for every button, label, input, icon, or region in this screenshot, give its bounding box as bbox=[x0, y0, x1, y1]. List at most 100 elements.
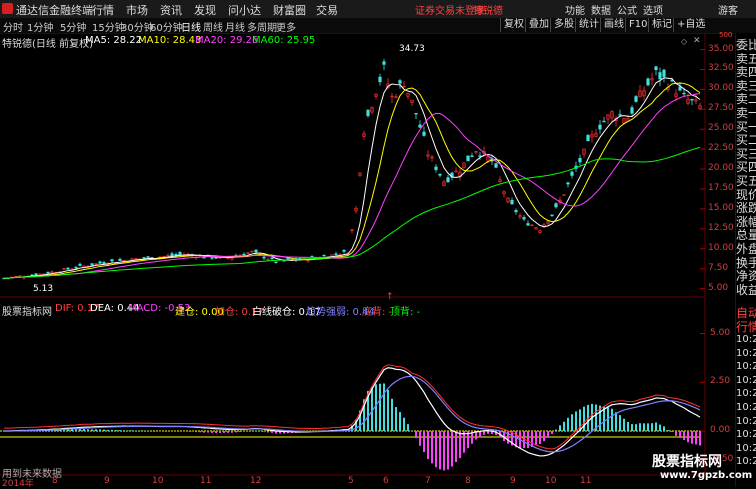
draw-line-button[interactable]: 画线 bbox=[600, 18, 627, 32]
menu-item-trade[interactable]: 交易 bbox=[316, 2, 338, 18]
period-tab-multi[interactable]: 多周期 bbox=[247, 19, 277, 34]
period-tab-timeshare[interactable]: 分时 bbox=[3, 19, 23, 34]
candle-body bbox=[398, 80, 402, 84]
menu-item-function[interactable]: 功能 bbox=[565, 2, 585, 17]
menu-item-formula[interactable]: 公式 bbox=[617, 2, 637, 17]
period-tab-30min[interactable]: 30分钟 bbox=[121, 19, 154, 34]
candle-body bbox=[414, 112, 418, 115]
tick-time: 10:26 bbox=[736, 415, 756, 427]
candle-body bbox=[342, 249, 346, 252]
price-axis-tick: 10.00 bbox=[708, 242, 734, 253]
price-axis-tick: 35.00 bbox=[708, 43, 734, 54]
candle-body bbox=[618, 114, 622, 116]
top-divergence-label: 顶背: - bbox=[390, 307, 421, 318]
price-axis-tick: 25.00 bbox=[708, 123, 734, 134]
month-tick-label: 5 bbox=[348, 476, 354, 486]
candle-body bbox=[74, 266, 78, 269]
menu-item-data[interactable]: 数据 bbox=[591, 2, 611, 17]
high-price-label: 34.73 bbox=[399, 44, 425, 54]
candle-body bbox=[602, 120, 606, 123]
side-tab[interactable]: 行情 bbox=[736, 318, 756, 335]
candle-body bbox=[366, 109, 370, 116]
candle-body bbox=[566, 182, 570, 185]
ma20-label: MA20: 29.26 bbox=[195, 35, 259, 46]
candle-body bbox=[34, 273, 38, 276]
tick-time: 10:26 bbox=[736, 334, 756, 345]
tick-time: 10:26 bbox=[736, 402, 756, 413]
menu-item-ask[interactable]: 问小达 bbox=[228, 2, 261, 18]
mark-button[interactable]: 标记 bbox=[648, 18, 675, 32]
indicator-axis-tick: 0.00 bbox=[710, 425, 731, 436]
price-axis-tick: 17.50 bbox=[708, 183, 734, 194]
month-tick-label: 12 bbox=[250, 476, 262, 486]
period-tab-daily[interactable]: 日线 bbox=[181, 19, 201, 34]
candle-body bbox=[554, 203, 558, 208]
candle-body bbox=[634, 96, 638, 102]
candle-body bbox=[586, 135, 590, 142]
period-tab-60min[interactable]: 60分钟 bbox=[150, 19, 183, 34]
candle-body bbox=[334, 253, 338, 255]
menu-item-news[interactable]: 资讯 bbox=[160, 2, 182, 18]
period-tab-weekly[interactable]: 周线 bbox=[203, 19, 223, 34]
year-label: 2014年 bbox=[2, 479, 34, 489]
candle-body bbox=[98, 261, 102, 264]
indicator-axis-tick: 2.50 bbox=[710, 376, 731, 387]
candle-body bbox=[274, 261, 278, 264]
overlay-button[interactable]: 叠加 bbox=[525, 18, 552, 32]
expand-icon[interactable]: ◇ bbox=[681, 37, 687, 46]
period-tab-5min[interactable]: 5分钟 bbox=[60, 19, 86, 34]
watermark-url: www.7gpzb.com bbox=[660, 470, 753, 481]
indicator-title[interactable]: 股票指标网 bbox=[2, 303, 52, 318]
f10-button[interactable]: F10 bbox=[625, 18, 650, 32]
ma60-line bbox=[3, 146, 701, 279]
candle-body bbox=[254, 249, 258, 253]
period-tab-more[interactable]: 更多 bbox=[276, 19, 296, 34]
candle-body bbox=[514, 210, 518, 213]
guest-login[interactable]: 游客 bbox=[718, 2, 738, 17]
ma20-line bbox=[3, 93, 701, 279]
price-axis-tick: 12.50 bbox=[708, 222, 734, 233]
ma60-label: MA60: 25.95 bbox=[252, 35, 316, 46]
month-tick-label: 9 bbox=[510, 476, 516, 486]
month-tick-label: 10 bbox=[545, 476, 557, 486]
price-axis-tick: 15.00 bbox=[708, 202, 734, 213]
candle-body bbox=[174, 253, 178, 256]
app-logo-icon bbox=[2, 3, 13, 14]
period-tab-1min[interactable]: 1分钟 bbox=[27, 19, 53, 34]
statistics-button[interactable]: 统计 bbox=[575, 18, 602, 32]
candle-body bbox=[422, 131, 426, 136]
candle-body bbox=[270, 257, 274, 260]
month-tick-label: 6 bbox=[383, 476, 389, 486]
menu-item-wealth[interactable]: 财富圈 bbox=[273, 2, 306, 18]
multi-stock-button[interactable]: 多股 bbox=[550, 18, 577, 32]
candle-body bbox=[510, 200, 514, 205]
candle-body bbox=[598, 124, 602, 130]
tick-time: 10:26 bbox=[736, 347, 756, 359]
ma5-label: MA5: 28.22 bbox=[85, 35, 143, 46]
price-axis-tick: 30.00 bbox=[708, 83, 734, 94]
price-axis-tick: 20.00 bbox=[708, 163, 734, 174]
candle-body bbox=[146, 256, 150, 258]
period-tab-15min[interactable]: 15分钟 bbox=[92, 19, 125, 34]
candle-body bbox=[646, 78, 650, 86]
volume-unit-label: 500 bbox=[719, 31, 733, 39]
month-tick-label: 7 bbox=[425, 476, 431, 486]
candle-body bbox=[210, 257, 214, 259]
candle-body bbox=[654, 66, 658, 70]
candle-body bbox=[142, 257, 146, 259]
period-tab-monthly[interactable]: 月线 bbox=[225, 19, 245, 34]
menu-item-discover[interactable]: 发现 bbox=[194, 2, 216, 18]
candle-body bbox=[682, 92, 686, 95]
menu-item-quotes[interactable]: 行情 bbox=[92, 2, 114, 18]
candle-body bbox=[242, 253, 246, 256]
close-icon[interactable]: ✕ bbox=[693, 36, 701, 46]
menu-item-options[interactable]: 选项 bbox=[643, 2, 663, 17]
candle-body bbox=[46, 271, 50, 274]
menu-item-market[interactable]: 市场 bbox=[126, 2, 148, 18]
tick-time: 10:26 bbox=[736, 374, 756, 386]
candlestick-chart[interactable] bbox=[0, 33, 735, 487]
candle-body bbox=[418, 124, 422, 128]
add-watchlist-button[interactable]: +自选 bbox=[673, 18, 708, 32]
tick-time: 10:26 bbox=[736, 429, 756, 441]
restore-right-button[interactable]: 复权 bbox=[500, 18, 527, 32]
